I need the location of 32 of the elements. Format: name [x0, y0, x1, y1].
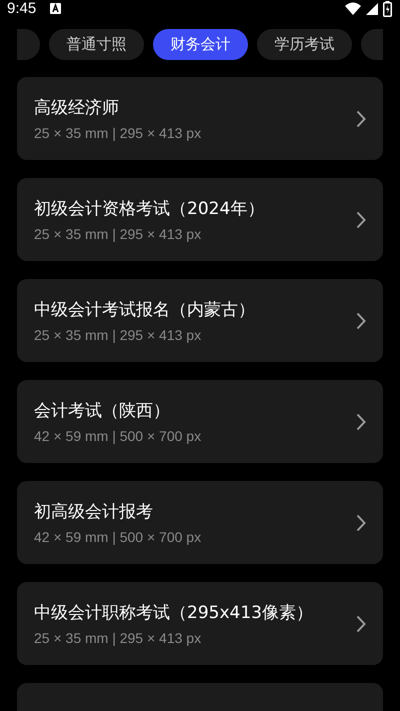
chevron-right-icon: [356, 412, 366, 430]
spec-size: 42 × 59 mm | 500 × 700 px: [34, 428, 202, 444]
spec-card[interactable]: 中级会计考试报名（内蒙古） 25 × 35 mm | 295 × 413 px: [17, 279, 383, 362]
category-tab[interactable]: 普通寸照: [49, 29, 144, 60]
spec-size: 42 × 59 mm | 500 × 700 px: [34, 529, 202, 545]
battery-icon: [383, 0, 392, 16]
category-tab[interactable]: 财务会计: [153, 29, 248, 60]
spec-title: 会计考试（陕西）: [34, 400, 171, 422]
spec-size: 25 × 35 mm | 295 × 413 px: [34, 125, 202, 141]
spec-title: 中级会计考试报名（内蒙古）: [34, 299, 256, 321]
spec-size: 25 × 35 mm | 295 × 413 px: [34, 226, 202, 242]
spec-size: 25 × 35 mm | 295 × 413 px: [34, 327, 202, 343]
spec-card[interactable]: 高级经济师 25 × 35 mm | 295 × 413 px: [17, 77, 383, 160]
spec-card[interactable]: 初高级会计报考 42 × 59 mm | 500 × 700 px: [17, 481, 383, 564]
spec-card[interactable]: 会计考试（陕西） 42 × 59 mm | 500 × 700 px: [17, 380, 383, 463]
status-time: 9:45: [7, 0, 36, 17]
wifi-icon: [345, 2, 361, 15]
signal-icon: [366, 2, 378, 14]
chevron-right-icon: [356, 614, 366, 632]
chevron-right-icon: [356, 210, 366, 228]
spec-title: 初级会计资格考试（2024年）: [34, 198, 266, 220]
chevron-right-icon: [356, 312, 366, 330]
spec-title: 高级经济师: [34, 97, 120, 119]
category-tab[interactable]: 学历考试: [257, 29, 352, 60]
notification-icon: [50, 3, 62, 14]
spec-card[interactable]: 初级会计资格考试（2024年） 25 × 35 mm | 295 × 413 px: [17, 178, 383, 261]
spec-title: 中级会计职称考试（295x413像素）: [34, 602, 314, 624]
spec-size: 25 × 35 mm | 295 × 413 px: [34, 630, 202, 646]
spec-title: 初高级会计报考: [34, 501, 154, 523]
chevron-right-icon: [356, 110, 366, 128]
chevron-right-icon: [356, 514, 366, 532]
spec-card[interactable]: 中级会计职称考试（295x413像素） 25 × 35 mm | 295 × 413 px: [17, 582, 383, 665]
